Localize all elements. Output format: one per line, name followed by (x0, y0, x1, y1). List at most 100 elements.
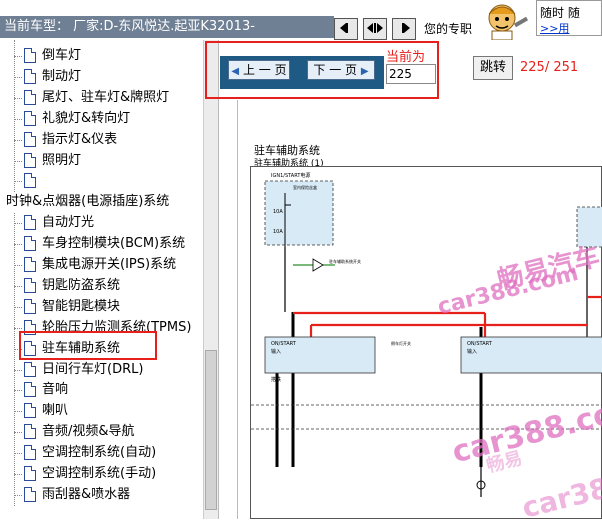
module-right-line-1: ON/START (467, 341, 493, 347)
jump-button[interactable]: 跳转 (473, 56, 513, 80)
support-text: 您的专职 (424, 22, 473, 36)
tree-item-label: 照明灯 (42, 152, 82, 168)
tree-item[interactable]: 雨刮器&喷水器 (0, 485, 200, 505)
tree-item[interactable]: 空调控制系统(自动) (0, 443, 200, 463)
document-icon (24, 131, 36, 147)
tree-item-label: 智能钥匙模块 (42, 298, 121, 314)
tree-item-label: 音响 (42, 382, 69, 398)
tree-item-label: 倒车灯 (42, 48, 82, 63)
tree-item-label: 喇叭 (42, 403, 69, 419)
mascot-icon (472, 0, 532, 41)
tree-item[interactable]: 指示灯&仪表 (0, 130, 200, 150)
tree-connector-dash (14, 160, 22, 162)
tree-item[interactable]: 尾灯、驻车灯&牌照灯 (0, 88, 200, 108)
page-count: 225/ 251 (520, 60, 579, 75)
tree-connector-dash (14, 265, 22, 266)
selected-item-highlight-box (19, 331, 157, 360)
tree-item[interactable] (0, 171, 200, 191)
nav-first-icon[interactable] (334, 18, 358, 40)
tree-connector-dash (14, 118, 22, 120)
tree-item[interactable]: 空调控制系统(手动) (0, 464, 200, 484)
current-model-label: 当前车型： 厂家:D-东风悦达.起亚K32013- (0, 16, 334, 38)
tree-item-label: 空调控制系统(自动) (42, 445, 157, 461)
tree-connector-dash (14, 390, 22, 392)
tree-item[interactable]: 自动灯光 (0, 213, 200, 233)
scroll-thumb[interactable] (205, 350, 217, 510)
document-icon (24, 361, 36, 377)
tree-item-label: 雨刮器&喷水器 (42, 486, 131, 502)
document-icon (24, 173, 36, 189)
document-icon (24, 466, 36, 481)
ad-link[interactable]: >>用 (540, 20, 569, 36)
tree-connector-dash (14, 306, 22, 308)
tree-connector-dash (14, 432, 22, 434)
document-icon (24, 110, 36, 126)
nav-split-icon[interactable] (363, 18, 387, 40)
tree-item-label: 指示灯&仪表 (42, 131, 118, 147)
tree-connector-dash (14, 369, 22, 371)
tree-connector-dash (14, 56, 22, 57)
tree-connector-dash (14, 474, 22, 475)
tree-item-label: 礼貌灯&转向灯 (42, 110, 131, 126)
fuse-a-label: 10A (273, 209, 283, 215)
tree-item-label: 车身控制模块(BCM)系统 (42, 236, 186, 252)
sensor-note: 倒车灯开关 (391, 340, 411, 346)
document-icon (24, 277, 36, 293)
document-icon (24, 48, 36, 63)
tree-item-label: 时钟&点烟器(电源插座)系统 (6, 194, 170, 210)
document-icon (24, 403, 36, 419)
tree-item-label: 集成电源开关(IPS)系统 (42, 257, 177, 272)
tree-item[interactable]: 集成电源开关(IPS)系统 (0, 255, 200, 275)
document-margin-line (237, 100, 238, 519)
document-icon (24, 68, 36, 84)
tree-item-label: 制动灯 (42, 68, 82, 84)
document-icon (24, 152, 36, 168)
tree-item-label: 音频/视频&导航 (42, 424, 135, 440)
tree-item[interactable]: 喇叭 (0, 401, 200, 421)
tree-item[interactable]: 钥匙防盗系统 (0, 276, 200, 296)
document-icon (24, 445, 36, 461)
tree-connector-dash (14, 494, 22, 496)
nav-last-icon[interactable] (392, 18, 416, 40)
tree-connector-dash (14, 223, 22, 225)
tree-item-label: 钥匙防盗系统 (42, 277, 121, 293)
document-icon (24, 424, 36, 440)
document-icon (24, 486, 36, 502)
tree-item[interactable]: 车身控制模块(BCM)系统 (0, 234, 200, 254)
tree-connector-dash (14, 327, 22, 329)
tree-item[interactable]: 制动灯 (0, 67, 200, 87)
tree-item[interactable]: 照明灯 (0, 151, 200, 171)
tree-item[interactable]: 智能钥匙模块 (0, 297, 200, 317)
fuse-box-label: 室内保险丝盒 (293, 184, 317, 190)
tree-item[interactable]: 日间行车灯(DRL) (0, 360, 200, 380)
ign-label: IGN1/START电源 (271, 172, 310, 179)
document-icon (24, 89, 36, 105)
tree-item[interactable]: 礼貌灯&转向灯 (0, 109, 200, 129)
tree-item-label: 空调控制系统(手动) (42, 466, 157, 481)
document-icon (24, 257, 36, 272)
wiring-diagram-svg: IGN1/START电源 室内保险丝盒 10A 10A 驻车辅助系统开关 ON/… (251, 172, 602, 497)
top-bar: 当前车型： 厂家:D-东风悦达.起亚K32013- 您的专职 随时 随 >>用 (0, 0, 602, 41)
tree-connector-dash (14, 411, 22, 413)
module-left-line-2: 输入 (271, 348, 281, 355)
ad-text: 随时 随 (540, 6, 580, 20)
tree-item-label: 日间行车灯(DRL) (42, 361, 144, 377)
tree-connector-dash (14, 97, 22, 99)
module-left-line-1: ON/START (271, 341, 297, 347)
document-icon (24, 298, 36, 314)
ground-label-left: 搭铁 (271, 376, 281, 383)
tree-folder[interactable]: 时钟&点烟器(电源插座)系统 (0, 192, 200, 212)
tree-item[interactable]: 音频/视频&导航 (0, 422, 200, 442)
tree-scrollbar[interactable] (203, 40, 218, 519)
wiring-diagram: IGN1/START电源 室内保险丝盒 10A 10A 驻车辅助系统开关 ON/… (250, 166, 602, 519)
ad-box[interactable]: 随时 随 >>用 (536, 0, 602, 36)
fuse-b-label: 10A (273, 229, 283, 235)
tree-item[interactable]: 音响 (0, 380, 200, 400)
tree-item-label: 自动灯光 (42, 215, 95, 231)
document-icon (24, 236, 36, 252)
tree-item[interactable]: 倒车灯 (0, 46, 200, 66)
tree-connector-dash (14, 181, 22, 183)
tree-connector-dash (14, 453, 22, 455)
document-icon (24, 215, 36, 231)
tree-connector-dash (14, 139, 22, 141)
